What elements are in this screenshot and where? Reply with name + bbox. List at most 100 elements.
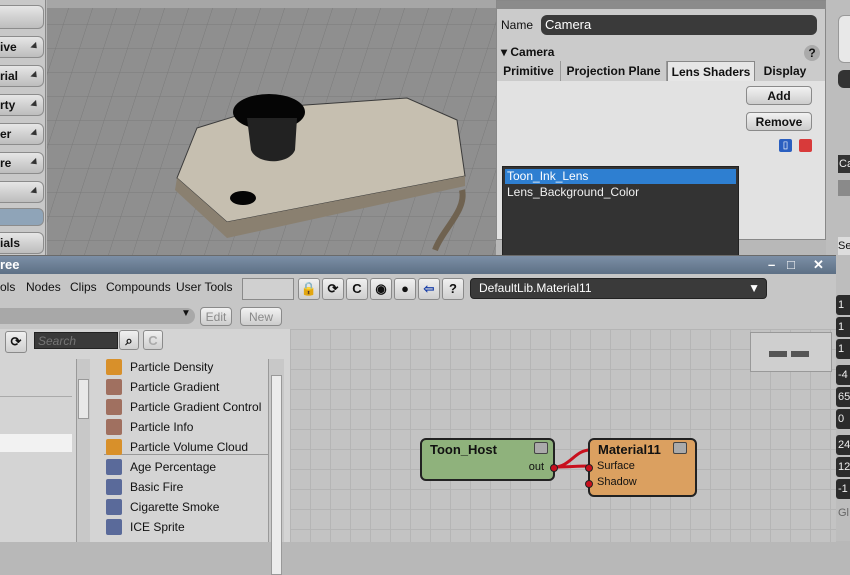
section-title: Camera — [510, 45, 555, 59]
left-panel-button-5[interactable]: re — [0, 152, 44, 174]
render-icon[interactable]: ● — [394, 278, 416, 300]
palette-item-label: Cigarette Smoke — [130, 500, 220, 514]
remove-button[interactable]: Remove — [746, 112, 812, 131]
tab-lens-shaders[interactable]: Lens Shaders — [667, 61, 755, 81]
node-collapse-icon[interactable] — [673, 442, 687, 454]
3d-viewport[interactable] — [47, 0, 496, 255]
palette-item-label: Particle Density — [130, 360, 214, 374]
value-field[interactable]: 65 — [836, 387, 850, 407]
left-panel-button-3[interactable]: rty — [0, 94, 44, 116]
window-title: ree — [0, 257, 20, 272]
help-icon[interactable]: ? — [804, 45, 820, 61]
add-button[interactable]: Add — [746, 86, 812, 105]
right-dark-button[interactable] — [838, 70, 850, 88]
palette-item[interactable]: Cigarette Smoke — [104, 497, 219, 517]
left-panel-button-6[interactable] — [0, 181, 44, 203]
palette-item-label: ICE Sprite — [130, 520, 185, 534]
toon-host-node[interactable]: Toon_Host out — [420, 438, 558, 481]
left-panel-button-top[interactable] — [0, 5, 44, 29]
surface-input-port[interactable] — [585, 464, 593, 472]
material-selector[interactable]: DefaultLib.Material11 ▼ — [470, 278, 767, 299]
palette-item[interactable]: Age Percentage — [104, 457, 216, 477]
value-field[interactable]: 0 — [836, 409, 850, 429]
category-scrollbar[interactable] — [76, 359, 90, 542]
list-item-toon-ink-lens[interactable]: Toon_Ink_Lens — [505, 169, 736, 184]
menu-user-tools[interactable]: User Tools — [176, 280, 232, 294]
search-input[interactable] — [34, 332, 118, 349]
material-node[interactable]: Material11 Surface Shadow — [585, 438, 697, 497]
menu-compounds[interactable]: Compounds — [106, 280, 171, 294]
items-scrollbar[interactable] — [268, 359, 284, 575]
tab-projection-plane[interactable]: Projection Plane — [561, 61, 667, 81]
right-field-ca[interactable]: Ca — [838, 155, 850, 173]
left-panel-button-8[interactable]: ials — [0, 232, 44, 254]
menu-tools[interactable]: ols — [0, 280, 15, 294]
lens-shaders-panel: Toon_Ink_Lens Lens_Background_Color Add … — [497, 81, 825, 299]
left-panel-button-2[interactable]: rial — [0, 65, 44, 87]
cube-icon — [106, 479, 122, 495]
output-port[interactable] — [550, 464, 558, 472]
value-field[interactable]: 24 — [836, 435, 850, 455]
minimize-icon[interactable]: – — [768, 256, 775, 274]
left-side-panel: ive rial rty er re ials — [0, 0, 46, 255]
new-button[interactable]: New — [240, 307, 282, 326]
palette-item[interactable]: Basic Fire — [104, 477, 183, 497]
refresh-icon[interactable]: ⟳ — [5, 331, 27, 353]
close-icon[interactable]: ✕ — [813, 256, 824, 274]
scroll-thumb[interactable] — [271, 375, 282, 575]
chevron-icon — [30, 128, 40, 139]
node-title: Toon_Host — [430, 442, 497, 457]
palette-item[interactable]: ICE Sprite — [104, 517, 185, 537]
chevron-icon — [30, 41, 40, 52]
flame-icon — [106, 439, 122, 455]
name-label: Name — [501, 18, 534, 32]
left-panel-selected-row[interactable] — [0, 208, 44, 226]
value-field[interactable]: 1 — [836, 317, 850, 337]
refresh-icon[interactable]: ⟳ — [322, 278, 344, 300]
tab-display[interactable]: Display — [755, 61, 815, 81]
value-field[interactable]: -1 — [836, 479, 850, 499]
node-collapse-icon[interactable] — [534, 442, 548, 454]
list-item-lens-background-color[interactable]: Lens_Background_Color — [505, 185, 736, 200]
palette-item[interactable]: Particle Gradient Control — [104, 397, 261, 417]
help-question-icon[interactable]: ? — [442, 278, 464, 300]
table-hole — [230, 191, 256, 205]
memo-slots[interactable] — [242, 278, 294, 300]
scene-icon[interactable]: ◉ — [370, 278, 392, 300]
tab-primitive[interactable]: Primitive — [497, 61, 561, 81]
edit-button[interactable]: Edit — [200, 307, 232, 326]
value-field[interactable]: 12 — [836, 457, 850, 477]
maximize-icon[interactable]: □ — [787, 256, 795, 274]
menu-clips[interactable]: Clips — [70, 280, 97, 294]
category-divider — [0, 396, 72, 397]
node-graph-canvas[interactable]: Toon_Host out Material11 Surface Shadow — [290, 329, 836, 542]
category-selected-row[interactable] — [0, 434, 72, 452]
inspect-icon[interactable]: ▯ — [779, 139, 792, 152]
palette-item[interactable]: Particle Info — [104, 417, 193, 437]
menu-nodes[interactable]: Nodes — [26, 280, 61, 294]
search-icon[interactable]: ⌕ — [119, 330, 139, 350]
palette-item[interactable]: Particle Gradient — [104, 377, 219, 397]
palette-item-label: Particle Info — [130, 420, 194, 434]
connect-icon[interactable] — [799, 139, 812, 152]
lock-icon[interactable]: 🔒 — [298, 278, 320, 300]
clear-icon[interactable]: C — [346, 278, 368, 300]
value-field[interactable]: 1 — [836, 295, 850, 315]
scroll-thumb[interactable] — [78, 379, 89, 419]
value-field[interactable]: 1 — [836, 339, 850, 359]
left-panel-button-4[interactable]: er — [0, 123, 44, 145]
left-panel-label: ials — [0, 236, 21, 250]
shadow-input-port[interactable] — [585, 480, 593, 488]
right-field-se[interactable]: Se — [838, 237, 850, 255]
back-arrow-icon[interactable]: ⇦ — [418, 278, 440, 300]
clear-search-icon[interactable]: C — [143, 330, 163, 350]
camera-section-header[interactable]: ▾ Camera — [501, 45, 554, 59]
right-scroll-handle[interactable] — [838, 15, 850, 63]
left-panel-button-1[interactable]: ive — [0, 36, 44, 58]
name-field[interactable]: Camera — [541, 15, 817, 35]
value-field[interactable]: -4 — [836, 365, 850, 385]
palette-item[interactable]: Particle Volume Cloud — [104, 437, 248, 457]
preset-combo[interactable]: ▼ — [0, 308, 195, 324]
cube-icon — [106, 459, 122, 475]
palette-item[interactable]: Particle Density — [104, 357, 213, 377]
